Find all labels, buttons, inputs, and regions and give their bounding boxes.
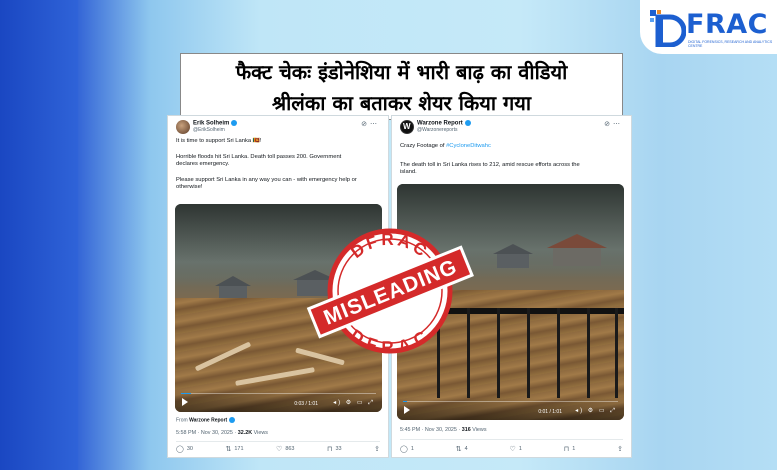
share-button[interactable]: ⇪ (617, 445, 623, 453)
like-icon: ♡ (276, 446, 283, 453)
pip-icon[interactable]: ▭ (599, 408, 607, 414)
more-icon[interactable]: ⋯ (613, 121, 623, 128)
reply-button[interactable]: ◯ 1 (400, 445, 414, 453)
video-progress-bar[interactable] (181, 392, 376, 394)
tweet-actions: ◯ 30 ⇅ 171 ♡ 863 ⊓ 33 ⇪ (176, 445, 380, 453)
share-button[interactable]: ⇪ (374, 445, 380, 453)
play-icon[interactable] (404, 406, 410, 414)
video-controls: ◂) ⚙ ▭ ⤢ (333, 399, 375, 407)
reply-button[interactable]: ◯ 30 (176, 445, 193, 453)
play-icon[interactable] (182, 398, 188, 406)
left-accent-band (0, 0, 78, 470)
bookmark-button[interactable]: ⊓ 33 (327, 445, 342, 453)
house (497, 254, 529, 268)
author-handle[interactable]: @Warzonereports (417, 127, 457, 133)
misleading-stamp: DFRAC DFRAC MISLEADING (306, 228, 474, 357)
dfrac-logo: FRAC DIGITAL FORENSICS, RESEARCH AND ANA… (640, 0, 777, 54)
bookmark-icon: ⊓ (327, 446, 333, 453)
dfrac-logo-icon (650, 10, 686, 47)
avatar[interactable] (400, 120, 414, 134)
tweet-top-icons: ⊘⋯ (361, 120, 380, 128)
video-time: 0:01 / 1:01 (538, 409, 562, 415)
avatar[interactable] (176, 120, 190, 134)
author-name[interactable]: Erik Solheim (193, 120, 238, 127)
tweet-text-line: Horrible floods hit Sri Lanka. Death tol… (176, 154, 342, 160)
tweet-text-line: otherwise! (176, 184, 203, 190)
headline-line-1: फैक्ट चेकः इंडोनेशिया में भारी बाढ़ का व… (235, 60, 568, 84)
logo-subtitle: DIGITAL FORENSICS, RESEARCH AND ANALYTIC… (688, 40, 773, 48)
tweet-text-line: Please support Sri Lanka in any way you … (176, 177, 357, 183)
house (553, 248, 601, 266)
like-button[interactable]: ♡ 863 (276, 445, 294, 453)
video-progress-bar[interactable] (403, 400, 618, 402)
repost-button[interactable]: ⇅ 4 (456, 445, 468, 453)
tweet-timestamp: 5:58 PM · Nov 30, 2025 · 32.2K Views (176, 430, 268, 436)
tweet-text-line: It is time to support Sri Lanka 🇱🇰! (176, 138, 262, 144)
repost-icon: ⇅ (455, 446, 462, 453)
author-name[interactable]: Warzone Report (417, 120, 471, 127)
headline: फैक्ट चेकः इंडोनेशिया में भारी बाढ़ का व… (180, 53, 623, 120)
bookmark-button[interactable]: ⊓ 1 (564, 445, 576, 453)
tweet-timestamp: 5:45 PM · Nov 30, 2025 · 316 Views (400, 427, 487, 433)
video-source: From Warzone Report (176, 417, 236, 423)
share-icon: ⇪ (374, 446, 380, 453)
volume-icon[interactable]: ◂) (333, 400, 342, 406)
tweet-top-icons: ⊘⋯ (604, 120, 623, 128)
logo-text: FRAC (686, 9, 768, 40)
pip-icon[interactable]: ▭ (357, 400, 365, 406)
verified-badge-icon (464, 120, 471, 126)
more-icon[interactable]: ⋯ (370, 121, 380, 128)
settings-icon[interactable]: ⚙ (346, 400, 353, 406)
reply-icon: ◯ (400, 446, 408, 453)
tweet-text-line: island. (400, 169, 417, 175)
expand-icon[interactable]: ⤢ (610, 408, 617, 414)
tweet-text-line: declares emergency. (176, 161, 230, 167)
author-handle[interactable]: @ErikSolheim (193, 127, 225, 133)
hashtag-link[interactable]: #CycloneDitwahc (446, 143, 491, 149)
verified-badge-icon (229, 417, 236, 423)
reply-icon: ◯ (176, 446, 184, 453)
volume-icon[interactable]: ◂) (575, 408, 584, 414)
like-icon: ♡ (509, 446, 516, 453)
video-time: 0:03 / 1:01 (294, 401, 318, 407)
expand-icon[interactable]: ⤢ (368, 400, 375, 406)
source-account[interactable]: Warzone Report (189, 417, 227, 423)
settings-icon[interactable]: ⚙ (588, 408, 595, 414)
repost-icon: ⇅ (225, 446, 232, 453)
like-button[interactable]: ♡ 1 (510, 445, 522, 453)
tweet-actions: ◯ 1 ⇅ 4 ♡ 1 ⊓ 1 ⇪ (400, 445, 623, 453)
grok-icon[interactable]: ⊘ (361, 121, 370, 128)
video-controls: ◂) ⚙ ▭ ⤢ (575, 407, 617, 415)
share-icon: ⇪ (617, 446, 623, 453)
bookmark-icon: ⊓ (563, 446, 570, 453)
tweet-text-line: Crazy Footage of #CycloneDitwahc (400, 143, 491, 149)
tweet-text-line: The death toll in Sri Lanka rises to 212… (400, 162, 580, 168)
repost-button[interactable]: ⇅ 171 (225, 445, 243, 453)
grok-icon[interactable]: ⊘ (604, 121, 613, 128)
verified-badge-icon (231, 120, 238, 126)
